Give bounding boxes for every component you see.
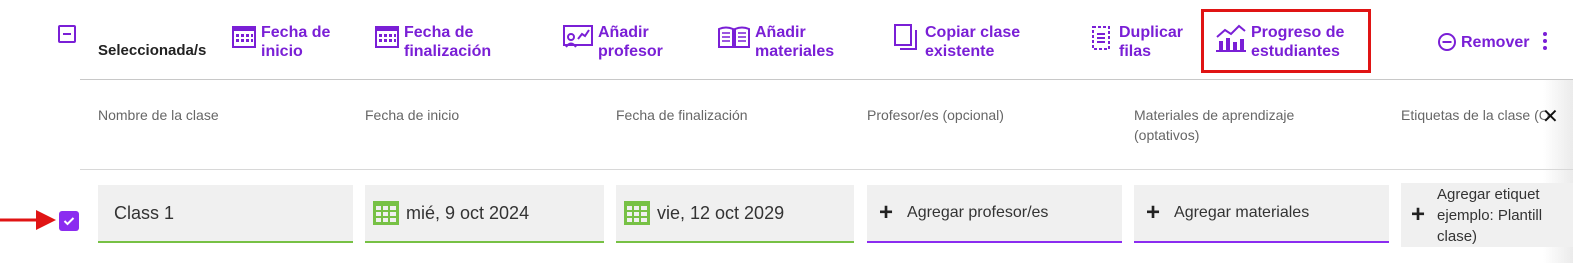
tags-placeholder: Agregar etiquet ejemplo: Plantill clase) — [1437, 185, 1543, 245]
calendar-icon — [375, 26, 399, 48]
kebab-icon[interactable] — [1541, 31, 1549, 56]
toolbar-divider — [80, 79, 1573, 80]
class-name-input[interactable]: Class 1 — [98, 185, 353, 243]
duplicate-rows-button[interactable]: Duplicar filas — [1091, 23, 1183, 61]
end-date-value: vie, 12 oct 2029 — [657, 202, 785, 223]
remove-label: Remover — [1461, 33, 1530, 51]
end-date-label: Fecha de finalización — [404, 24, 492, 60]
minus-circle-icon — [1438, 33, 1456, 51]
checkmark-icon — [63, 217, 75, 226]
close-icon[interactable]: ✕ — [1542, 104, 1559, 129]
start-date-value: mié, 9 oct 2024 — [406, 202, 530, 223]
class-name-value: Class 1 — [114, 202, 175, 223]
add-materials-label: Añadir materiales — [755, 24, 835, 60]
duplicate-rows-label: Duplicar filas — [1119, 24, 1184, 60]
plus-icon: + — [1146, 199, 1161, 226]
calendar-icon — [232, 26, 256, 48]
add-teacher-text: Agregar profesor/es — [907, 204, 1049, 221]
add-materials-text: Agregar materiales — [1174, 204, 1310, 221]
select-all-checkbox[interactable] — [58, 25, 76, 43]
start-date-label: Fecha de inicio — [261, 24, 331, 60]
header-end-date: Fecha de finalización — [616, 107, 748, 123]
header-class-name: Nombre de la clase — [98, 107, 219, 123]
duplicate-icon — [1092, 26, 1110, 50]
header-materials: Materiales de aprendizaje (optativos) — [1134, 107, 1295, 143]
book-icon — [718, 26, 750, 48]
plus-icon: + — [1411, 201, 1426, 228]
tags-field[interactable]: + Agregar etiquet ejemplo: Plantill clas… — [1401, 183, 1573, 247]
red-arrow-icon — [0, 210, 56, 230]
add-teacher-button[interactable]: Añadir profesor — [562, 23, 663, 61]
calendar-icon — [624, 201, 650, 225]
header-start-date: Fecha de inicio — [365, 107, 460, 123]
end-date-field[interactable]: vie, 12 oct 2029 — [616, 185, 854, 243]
copy-class-button[interactable]: Copiar clase existente — [893, 23, 1020, 61]
end-date-button[interactable]: Fecha de finalización — [374, 23, 491, 61]
add-teacher-icon — [563, 25, 593, 48]
copy-icon — [894, 24, 917, 50]
add-materials-button[interactable]: Añadir materiales — [717, 23, 834, 61]
calendar-icon — [373, 201, 399, 225]
header-teachers: Profesor/es (opcional) — [867, 107, 1004, 123]
row-checkbox[interactable] — [59, 211, 79, 231]
header-divider — [80, 169, 1573, 170]
start-date-field[interactable]: mié, 9 oct 2024 — [365, 185, 604, 243]
start-date-button[interactable]: Fecha de inicio — [231, 23, 330, 61]
add-materials-field[interactable]: + Agregar materiales — [1134, 185, 1389, 243]
copy-class-label: Copiar clase existente — [925, 24, 1021, 60]
plus-icon: + — [879, 199, 894, 226]
remove-button[interactable]: Remover — [1437, 32, 1529, 52]
add-teacher-label: Añadir profesor — [598, 24, 663, 60]
selected-label: Seleccionada/s — [98, 42, 207, 59]
add-teacher-field[interactable]: + Agregar profesor/es — [867, 185, 1122, 243]
highlight-box — [1201, 9, 1371, 73]
